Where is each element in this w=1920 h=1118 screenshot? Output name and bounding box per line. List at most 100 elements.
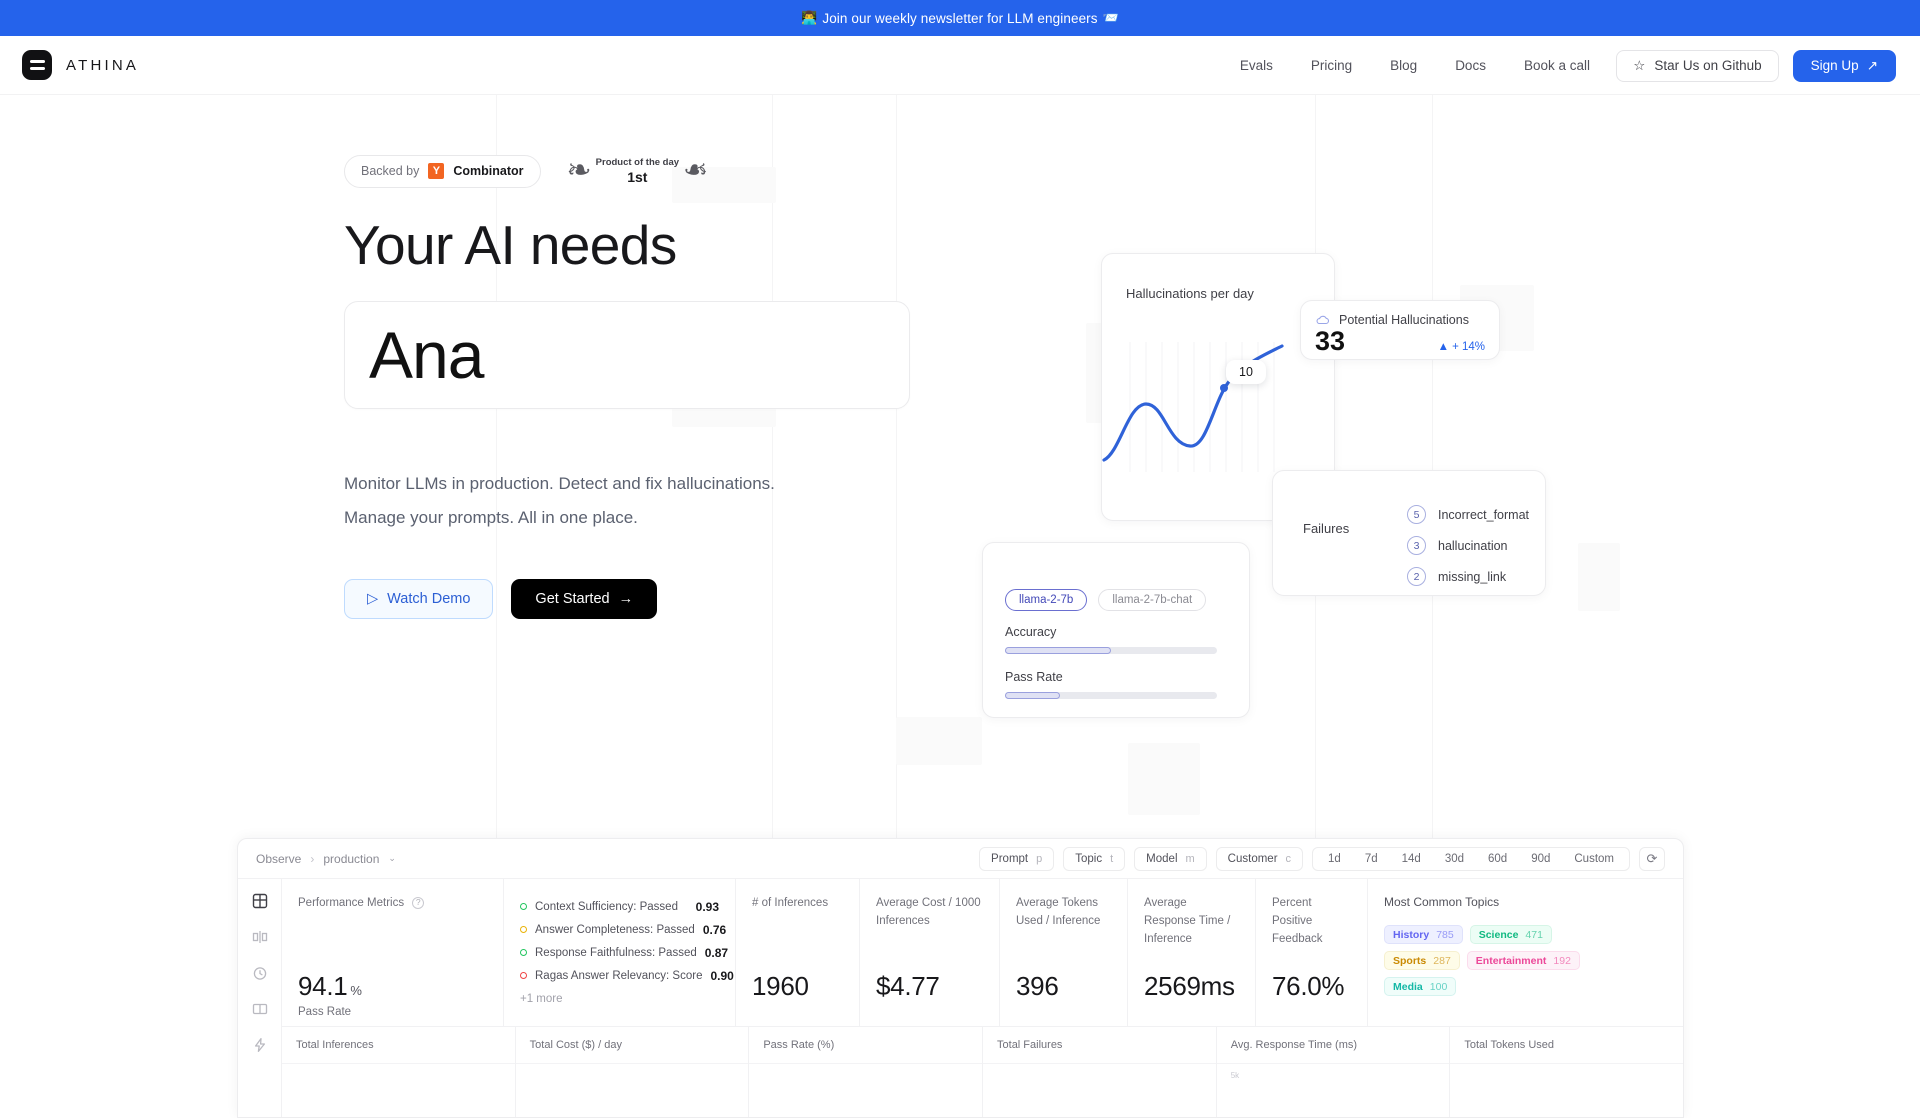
pass-rate-sublabel: Pass Rate: [298, 1006, 352, 1018]
list-item: Ragas Answer Relevancy: Score 0.90: [520, 964, 734, 987]
topic-tag[interactable]: Entertainment 192: [1466, 951, 1580, 970]
history-icon[interactable]: [252, 965, 268, 981]
get-started-button[interactable]: Get Started →: [511, 578, 658, 619]
refresh-button[interactable]: ⟳: [1639, 847, 1665, 871]
compare-icon[interactable]: [252, 929, 268, 945]
kpi-performance-metrics: Performance Metrics ? 94.1% Pass Rate: [282, 879, 504, 1026]
brand-logo[interactable]: ATHINA: [22, 50, 139, 80]
kpi-label: Average Response Time / Inference: [1144, 897, 1231, 945]
kpi-average-response-time: Average Response Time / Inference 2569ms: [1128, 879, 1256, 1026]
filter-model-label: Model: [1146, 853, 1178, 865]
kpi-label: Percent Positive Feedback: [1272, 897, 1323, 945]
topic-tag[interactable]: Science 471: [1469, 925, 1552, 944]
filter-topic[interactable]: Topic t: [1063, 847, 1126, 871]
kpi-average-tokens: Average Tokens Used / Inference 396: [1000, 879, 1128, 1026]
bolt-icon[interactable]: [252, 1037, 268, 1053]
mini-chart-row: Total Inferences Total Cost ($) / day Pa…: [282, 1027, 1683, 1117]
hallucinations-chart-title: Hallucinations per day: [1126, 286, 1254, 301]
model-comparison-card: llama-2-7b llama-2-7b-chat Accuracy Pass…: [982, 542, 1250, 718]
potential-hallucinations-card: Potential Hallucinations 33 ▲ + 14%: [1300, 300, 1500, 360]
pass-rate-value: 94.1%: [298, 971, 362, 1002]
chevron-down-icon[interactable]: ⌄: [388, 853, 396, 864]
mail-emoji-icon: 📨: [1102, 10, 1119, 25]
badge-product-of-the-day[interactable]: ❧ Product of the day 1st ❧: [567, 154, 709, 187]
failure-count-badge: 3: [1407, 536, 1426, 555]
y-combinator-icon: Y: [428, 163, 445, 179]
mini-chart-label: Total Tokens Used: [1464, 1039, 1555, 1051]
model-chip-inactive[interactable]: llama-2-7b-chat: [1098, 589, 1207, 611]
nav-link-pricing[interactable]: Pricing: [1311, 58, 1352, 73]
filter-model[interactable]: Model m: [1134, 847, 1207, 871]
nav-link-evals[interactable]: Evals: [1240, 58, 1273, 73]
eval-check-name: Answer Completeness: Passed: [535, 923, 695, 936]
model-chip-group: llama-2-7b llama-2-7b-chat: [1005, 589, 1207, 611]
mini-chart-label: Total Inferences: [296, 1039, 374, 1051]
pass-rate-bar: [1005, 692, 1217, 699]
topic-name: Sports: [1393, 954, 1427, 967]
filter-customer-label: Customer: [1227, 853, 1278, 865]
observe-dashboard: Observe › production ⌄ Prompt p Topic t …: [237, 838, 1684, 1118]
mini-chart-tick: 5k: [1230, 1071, 1240, 1080]
time-range-selector: 1d 7d 14d 30d 60d 90d Custom: [1312, 847, 1630, 871]
topic-count: 192: [1553, 954, 1571, 967]
range-30d[interactable]: 30d: [1433, 853, 1476, 865]
hero-section: Backed by Y Combinator ❧ Product of the …: [0, 95, 1920, 840]
status-dot-icon: [520, 926, 527, 933]
failure-name: hallucination: [1438, 538, 1508, 553]
eval-checks-more-link[interactable]: +1 more: [520, 993, 719, 1005]
breadcrumb-root[interactable]: Observe: [256, 852, 301, 866]
topic-tag-list: History 785 Science 471 Sports 287 Entertai…: [1384, 925, 1624, 996]
eval-check-score: 0.76: [702, 922, 727, 937]
range-14d[interactable]: 14d: [1390, 853, 1433, 865]
status-dot-icon: [520, 903, 527, 910]
kpi-value: 396: [1016, 971, 1059, 1001]
dashboard-sidebar-rail: [238, 879, 282, 1117]
range-custom[interactable]: Custom: [1562, 853, 1626, 865]
badge-backed-by-yc[interactable]: Backed by Y Combinator: [344, 154, 541, 188]
eval-check-score: 0.93: [695, 899, 719, 914]
kpi-average-cost: Average Cost / 1000 Inferences $4.77: [860, 879, 1000, 1026]
topic-tag[interactable]: Sports 287: [1384, 951, 1460, 970]
watch-demo-button[interactable]: ▷ Watch Demo: [344, 578, 494, 619]
failures-list: 5 Incorrect_format 3 hallucination 2 mis…: [1407, 499, 1529, 592]
chart-tooltip: 10: [1226, 360, 1266, 384]
nav-link-book-a-call[interactable]: Book a call: [1524, 58, 1590, 73]
topic-tag[interactable]: History 785: [1384, 925, 1463, 944]
eval-check-score: 0.90: [710, 968, 734, 983]
breadcrumb: Observe › production ⌄: [256, 852, 396, 866]
range-7d[interactable]: 7d: [1353, 853, 1390, 865]
kpi-most-common-topics: Most Common Topics History 785 Science 471…: [1368, 879, 1683, 1026]
grid-icon[interactable]: [252, 893, 268, 909]
nav-link-blog[interactable]: Blog: [1390, 58, 1417, 73]
pass-rate-label: Pass Rate: [1005, 670, 1063, 684]
kpi-value: $4.77: [876, 971, 940, 1001]
dashboard-toolbar: Observe › production ⌄ Prompt p Topic t …: [238, 839, 1683, 879]
star-us-on-github-button[interactable]: ☆ Star Us on Github: [1616, 49, 1779, 82]
hero-badges: Backed by Y Combinator ❧ Product of the …: [344, 151, 964, 191]
range-90d[interactable]: 90d: [1519, 853, 1562, 865]
topic-count: 100: [1429, 980, 1448, 993]
pass-rate-unit: %: [350, 983, 362, 998]
topic-name: Media: [1393, 980, 1423, 993]
filter-customer[interactable]: Customer c: [1215, 847, 1304, 871]
range-60d[interactable]: 60d: [1476, 853, 1519, 865]
topic-name: Entertainment: [1475, 954, 1547, 967]
failure-name: Incorrect_format: [1438, 507, 1530, 522]
model-chip-active[interactable]: llama-2-7b: [1005, 589, 1088, 611]
filter-prompt[interactable]: Prompt p: [979, 847, 1055, 871]
nav-link-docs[interactable]: Docs: [1455, 58, 1486, 73]
github-button-label: Star Us on Github: [1654, 58, 1762, 73]
status-dot-icon: [520, 949, 527, 956]
columns-icon[interactable]: [252, 1001, 268, 1017]
filter-prompt-shortcut: p: [1036, 853, 1043, 865]
sign-up-button[interactable]: Sign Up ↗: [1792, 49, 1896, 82]
range-1d[interactable]: 1d: [1316, 853, 1353, 865]
kpi-value: 76.0%: [1272, 971, 1345, 1001]
newsletter-banner[interactable]: 👨‍💻 Join our weekly newsletter for LLM e…: [0, 0, 1920, 36]
topic-tag[interactable]: Media 100: [1384, 977, 1457, 996]
list-item: 3 hallucination: [1407, 530, 1529, 561]
help-icon[interactable]: ?: [412, 896, 425, 909]
filter-topic-shortcut: t: [1110, 853, 1114, 865]
filter-customer-shortcut: c: [1285, 853, 1292, 865]
breadcrumb-current[interactable]: production: [323, 852, 379, 866]
